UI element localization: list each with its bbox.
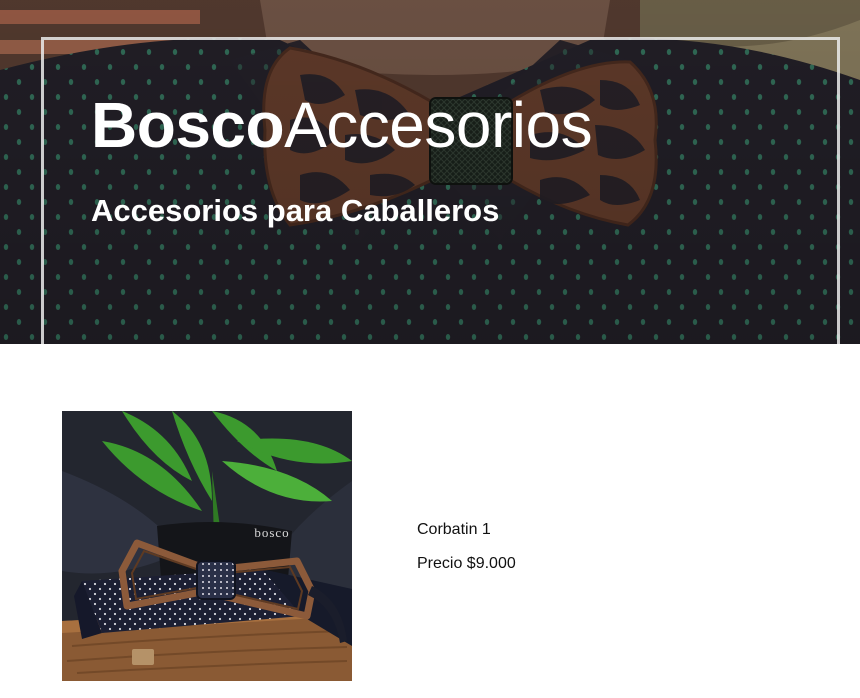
product-photo: bosco	[62, 411, 352, 681]
hero-frame-border	[41, 37, 840, 344]
product-image[interactable]: bosco	[62, 411, 352, 681]
product-logo-text: bosco	[254, 525, 289, 540]
hero-banner: BoscoAccesorios Accesorios para Caballer…	[0, 0, 860, 344]
brand-tagline: Accesorios para Caballeros	[91, 193, 500, 228]
product-price: Precio $9.000	[417, 555, 516, 572]
product-info: Corbatin 1 Precio $9.000	[417, 520, 516, 574]
product-name[interactable]: Corbatin 1	[417, 520, 516, 540]
brand-title-bold: Bosco	[91, 89, 285, 161]
brand-title-light: Accesorios	[284, 89, 593, 161]
brand-title: BoscoAccesorios	[91, 88, 593, 162]
